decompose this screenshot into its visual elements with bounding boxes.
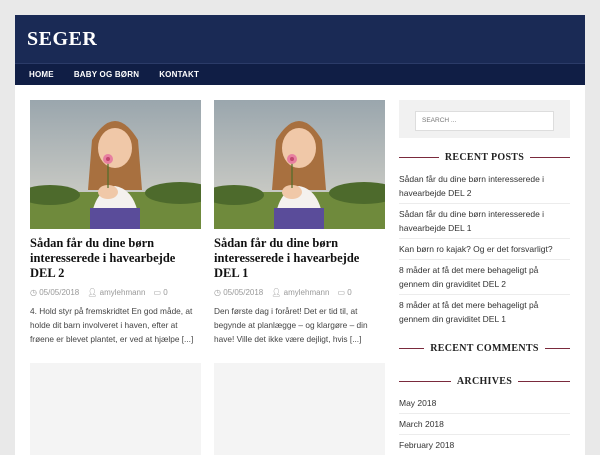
main-nav: HOME BABY OG BØRN KONTAKT: [15, 63, 585, 85]
recent-post-link[interactable]: 8 måder at få det mere behageligt på gen…: [399, 295, 570, 329]
post-comments[interactable]: ▭ 0: [153, 288, 167, 297]
site-title[interactable]: SEGER: [27, 28, 585, 51]
recent-post-link[interactable]: Sådan får du dine børn interesserede i h…: [399, 169, 570, 204]
search-input[interactable]: [415, 110, 554, 131]
recent-posts-list: Sådan får du dine børn interesserede i h…: [399, 169, 570, 329]
nav-item-home[interactable]: HOME: [19, 64, 64, 85]
post-author[interactable]: 👤︎ amylehmann: [271, 288, 329, 297]
recent-comments-heading: RECENT COMMENTS: [399, 343, 570, 354]
comment-icon: ▭: [337, 288, 346, 297]
post-meta: ◷ 05/05/2018 👤︎ amylehmann ▭ 0: [30, 288, 201, 297]
recent-post-link[interactable]: Kan børn ro kajak? Og er det forsvarligt…: [399, 239, 570, 260]
divider: [530, 157, 570, 158]
archive-link[interactable]: February 2018: [399, 435, 570, 455]
post-comments[interactable]: ▭ 0: [337, 288, 351, 297]
recent-post-link[interactable]: Sådan får du dine børn interesserede i h…: [399, 204, 570, 239]
site-header: SEGER: [15, 15, 585, 63]
post-card: Sådan får du dine børn interesserede i h…: [30, 100, 201, 346]
archive-link[interactable]: May 2018: [399, 393, 570, 414]
post-card-placeholder: [214, 363, 385, 455]
divider: [399, 381, 451, 382]
post-date: ◷ 05/05/2018: [30, 288, 80, 297]
comment-icon: ▭: [153, 288, 162, 297]
girl-with-flower-image: [30, 100, 201, 229]
recent-post-link[interactable]: 8 måder at få det mere behageligt på gen…: [399, 260, 570, 295]
user-icon: 👤︎: [271, 288, 282, 297]
post-card-placeholder: [30, 363, 201, 455]
archives-list: May 2018 March 2018 February 2018: [399, 393, 570, 455]
post-author[interactable]: 👤︎ amylehmann: [87, 288, 145, 297]
post-title[interactable]: Sådan får du dine børn interesserede i h…: [214, 236, 385, 281]
divider: [518, 381, 571, 382]
archive-link[interactable]: March 2018: [399, 414, 570, 435]
search-widget: [399, 100, 570, 138]
post-thumbnail[interactable]: [30, 100, 201, 229]
clock-icon: ◷: [214, 288, 221, 297]
post-date: ◷ 05/05/2018: [214, 288, 264, 297]
divider: [399, 157, 439, 158]
nav-item-baby-og-born[interactable]: BABY OG BØRN: [64, 64, 149, 85]
post-meta: ◷ 05/05/2018 👤︎ amylehmann ▭ 0: [214, 288, 385, 297]
divider: [544, 348, 570, 349]
page: SEGER HOME BABY OG BØRN KONTAKT Sådan få…: [15, 15, 585, 455]
recent-posts-heading: RECENT POSTS: [399, 152, 570, 163]
sidebar: RECENT POSTS Sådan får du dine børn inte…: [399, 100, 571, 455]
clock-icon: ◷: [30, 288, 37, 297]
girl-with-flower-image: [214, 100, 385, 229]
post-excerpt: 4. Hold styr på fremskridtet En god måde…: [30, 306, 194, 344]
post-excerpt: Den første dag i foråret! Det er tid til…: [214, 306, 368, 344]
post-title[interactable]: Sådan får du dine børn interesserede i h…: [30, 236, 201, 281]
user-icon: 👤︎: [87, 288, 98, 297]
nav-item-kontakt[interactable]: KONTAKT: [149, 64, 209, 85]
divider: [399, 348, 425, 349]
post-thumbnail[interactable]: [214, 100, 385, 229]
post-card: Sådan får du dine børn interesserede i h…: [214, 100, 385, 346]
archives-heading: ARCHIVES: [399, 376, 571, 387]
